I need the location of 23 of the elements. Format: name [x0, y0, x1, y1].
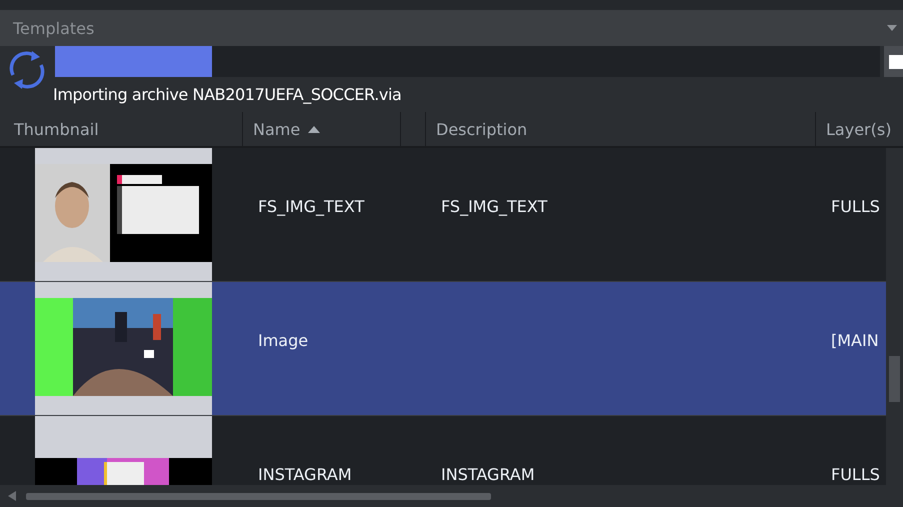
template-row[interactable]: FS_IMG_TEXT FS_IMG_TEXT FULLS	[0, 148, 886, 282]
scroll-left-icon[interactable]	[8, 491, 16, 501]
description-cell-text: INSTAGRAM	[440, 464, 536, 485]
stop-button[interactable]	[884, 46, 903, 77]
panel-title: Templates	[13, 18, 94, 38]
dropdown-caret-icon[interactable]	[887, 25, 897, 31]
name-cell-text: FS_IMG_TEXT	[257, 196, 366, 218]
name-cell-text: Image	[257, 330, 310, 352]
column-header[interactable]: Thumbnail	[0, 112, 242, 146]
description-cell-text: FS_IMG_TEXT	[440, 196, 548, 218]
name-cell-text: INSTAGRAM	[257, 464, 353, 485]
column-header[interactable]: Name	[242, 112, 400, 146]
horizontal-scrollbar[interactable]	[0, 485, 903, 507]
layers-cell-text: FULLS	[830, 464, 881, 485]
layers-cell-text: FULLS	[830, 196, 881, 218]
template-row[interactable]: INSTAGRAM INSTAGRAM FULLS	[0, 416, 886, 485]
layers-cell-text: [MAIN	[830, 330, 880, 352]
sort-ascending-icon	[308, 126, 320, 132]
refresh-icon	[7, 49, 47, 91]
import-status-text: Importing archive NAB2017UEFA_SOCCER.via	[53, 85, 402, 104]
column-header[interactable]: Layer(s)	[815, 112, 903, 146]
vertical-scrollbar[interactable]	[886, 148, 903, 485]
column-header[interactable]: Description	[425, 112, 815, 146]
